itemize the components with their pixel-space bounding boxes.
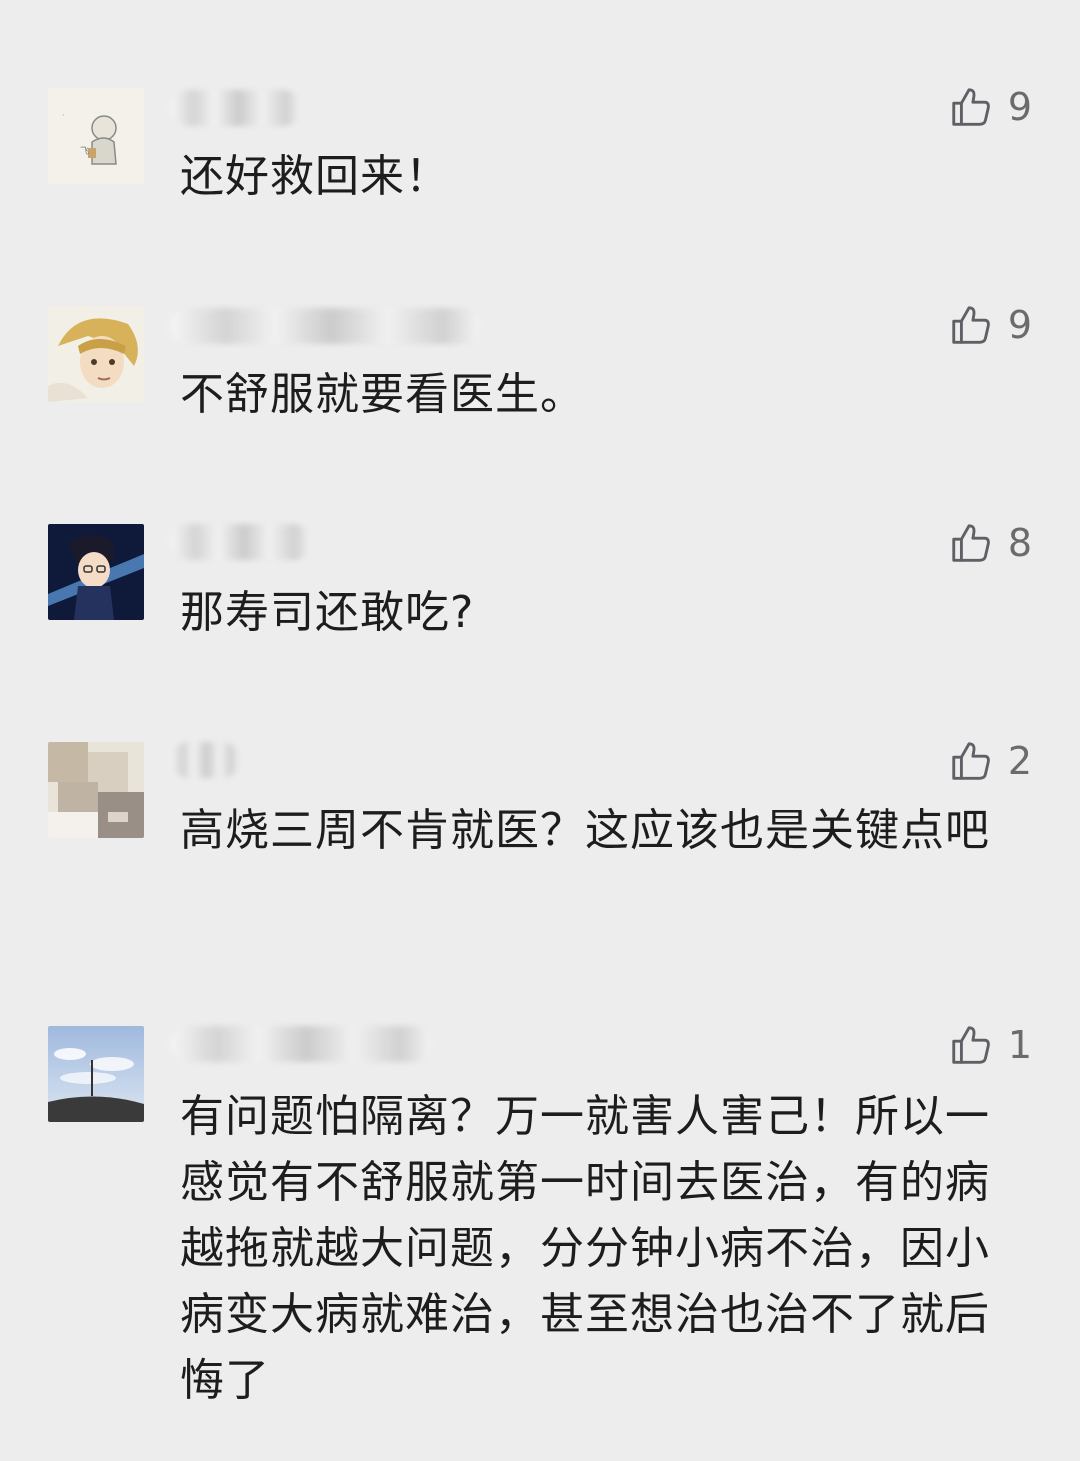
username-blurred [170,90,302,126]
anime-blonde-character-avatar[interactable] [48,306,144,402]
like-button[interactable]: 9 [948,300,1032,350]
like-count: 1 [1007,1023,1032,1067]
like-count: 9 [1007,85,1032,129]
username-blurred [170,1026,432,1062]
thumbs-up-icon [948,84,994,130]
like-button[interactable]: 1 [948,1020,1032,1070]
comment-text: 高烧三周不肯就医？这应该也是关键点吧 [180,805,990,856]
thumbs-up-icon [948,1022,994,1068]
like-button[interactable]: 8 [948,518,1032,568]
username-blurred [170,742,240,778]
thumbs-up-icon [948,520,994,566]
like-count: 9 [1007,303,1032,347]
username-blurred [170,308,480,344]
comment-text: 还好救回来！ [180,151,450,202]
username-blurred [170,524,312,560]
like-button[interactable]: 9 [948,82,1032,132]
thumbs-up-icon [948,302,994,348]
blurred-person-avatar[interactable] [48,742,144,838]
thumbs-up-icon [948,738,994,784]
like-count: 8 [1007,521,1032,565]
comment-text: 那寿司还敢吃? [180,587,475,638]
comment-text: 有问题怕隔离？万一就害人害己！所以一感觉有不舒服就第一时间去医治，有的病越拖就越… [180,1091,990,1406]
comment-text: 不舒服就要看医生。 [180,369,585,420]
sky-landscape-avatar[interactable] [48,1026,144,1122]
old-man-drawing-avatar[interactable]: · 飞 [48,88,144,184]
svg-text:·: · [62,111,65,120]
svg-text:飞: 飞 [80,146,89,157]
like-count: 2 [1007,739,1032,783]
anime-detective-character-avatar[interactable] [48,524,144,620]
like-button[interactable]: 2 [948,736,1032,786]
